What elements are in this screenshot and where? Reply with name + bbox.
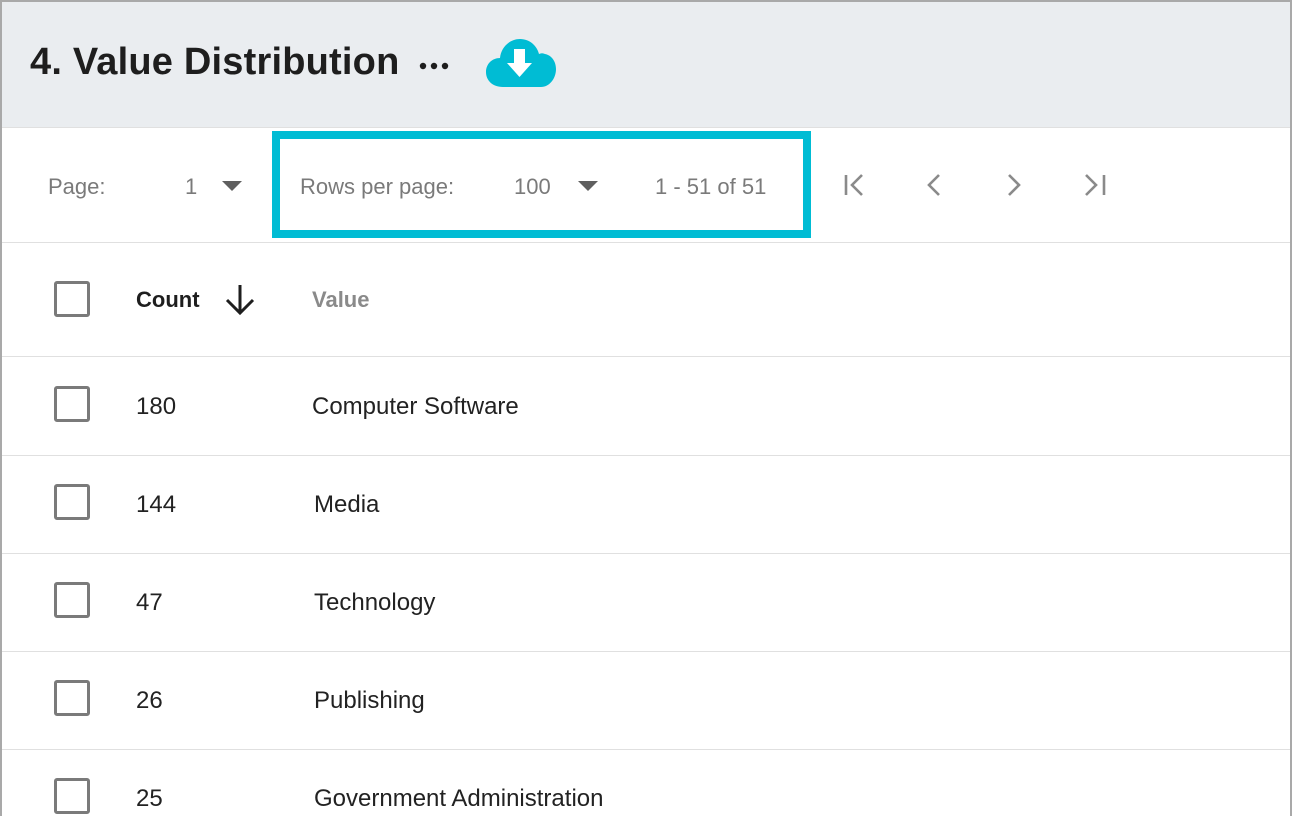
row-checkbox[interactable]: [54, 484, 90, 520]
pagination-range-text: 1 - 51 of 51: [655, 174, 767, 199]
table-row: [2, 750, 1290, 816]
panel-header: 4. Value Distribution: [2, 2, 1290, 128]
page-select-value[interactable]: 1: [185, 174, 197, 200]
table-row: [2, 456, 1290, 554]
column-header-value[interactable]: Value: [312, 287, 369, 313]
cloud-download-icon[interactable]: [485, 37, 557, 89]
table-row: [2, 358, 1290, 456]
row-checkbox[interactable]: [54, 386, 90, 422]
select-all-checkbox[interactable]: [54, 281, 90, 317]
row-checkbox[interactable]: [54, 778, 90, 814]
cell-value: Publishing: [314, 687, 425, 714]
sort-descending-arrow-icon[interactable]: [222, 282, 258, 318]
cell-value: Media: [314, 491, 380, 518]
cell-value: Government Administration: [314, 785, 604, 812]
cell-count: 144: [136, 491, 177, 518]
cell-count: 180: [136, 393, 177, 420]
rows-per-page-dropdown-caret-icon[interactable]: [578, 181, 598, 191]
page-label: Page:: [48, 174, 106, 199]
panel-title: 4. Value Distribution: [30, 41, 400, 83]
cell-count: 47: [136, 589, 163, 616]
column-header-count[interactable]: Count: [136, 287, 200, 313]
last-page-icon[interactable]: [1080, 170, 1110, 200]
rows-per-page-select-value[interactable]: 100: [514, 174, 551, 200]
next-page-icon[interactable]: [1000, 170, 1030, 200]
more-horizontal-icon[interactable]: [419, 62, 451, 70]
cell-count: 26: [136, 687, 163, 714]
table-row: [2, 652, 1290, 750]
cell-value: Technology: [314, 589, 436, 616]
cell-count: 25: [136, 785, 163, 812]
first-page-icon[interactable]: [840, 170, 870, 200]
rows-per-page-label: Rows per page:: [300, 174, 455, 199]
table-row: [2, 554, 1290, 652]
row-checkbox[interactable]: [54, 680, 90, 716]
previous-page-icon[interactable]: [920, 170, 950, 200]
row-checkbox[interactable]: [54, 582, 90, 618]
page-dropdown-caret-icon[interactable]: [222, 181, 242, 191]
value-distribution-panel: 4. Value Distribution Page: 1 Rows per p…: [0, 0, 1292, 816]
cell-value: Computer Software: [312, 393, 519, 420]
